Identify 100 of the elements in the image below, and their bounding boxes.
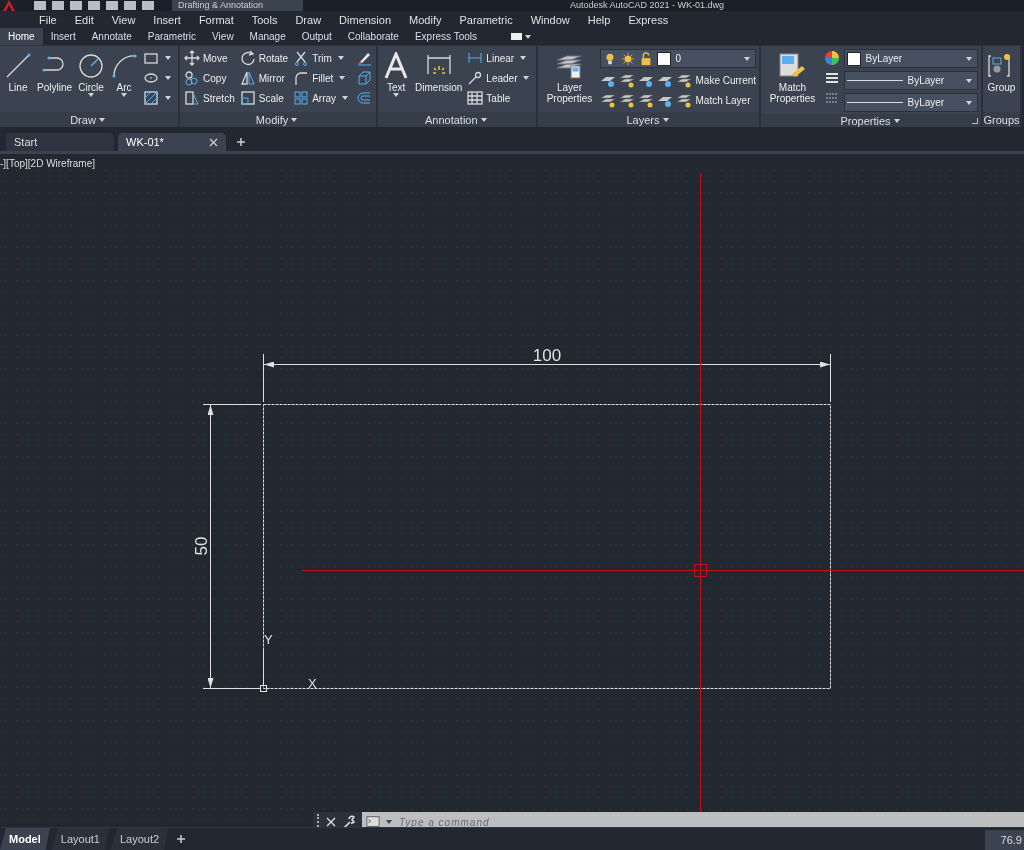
menu-item[interactable]: Help (578, 13, 620, 26)
line-dropdown[interactable]: ByLayer (844, 71, 979, 90)
caret-icon[interactable] (339, 76, 346, 80)
lineweight-icon[interactable] (824, 70, 841, 86)
ribbon-tab[interactable]: Manage (241, 28, 294, 45)
plus-icon[interactable] (234, 135, 248, 149)
menu-item[interactable]: View (102, 13, 145, 26)
ribbon-tool-button[interactable]: Move (183, 48, 236, 68)
ribbon-tool-button[interactable]: Fillet (292, 68, 353, 88)
ribbon-tool-button[interactable]: Circle (76, 48, 107, 97)
command-input-field[interactable]: Type a command (395, 812, 1024, 827)
menu-item[interactable]: Express (619, 13, 678, 26)
ribbon-tool-button[interactable]: Dimension (414, 48, 464, 93)
ribbon-tool-button[interactable]: Leader (466, 68, 534, 88)
file-tab[interactable]: WK-01* (118, 133, 226, 151)
menu-item[interactable]: Window (521, 13, 579, 26)
hatch-icon[interactable] (143, 90, 160, 106)
eraser-icon[interactable] (356, 50, 373, 66)
menu-item[interactable]: Parametric (450, 13, 522, 26)
ribbon-tab[interactable]: Express Tools (406, 28, 485, 45)
caret-icon[interactable] (342, 96, 349, 100)
close-icon[interactable] (326, 817, 336, 827)
ellipse-icon[interactable] (143, 70, 160, 86)
ribbon-tool-button[interactable]: Scale (238, 88, 290, 108)
ribbon-tab[interactable]: View (204, 28, 242, 45)
panel-title-bar[interactable]: Modify (180, 112, 377, 127)
panel-title-bar[interactable]: Groups (983, 112, 1020, 127)
menu-item[interactable]: Edit (65, 13, 103, 26)
dialog-launcher-icon[interactable] (972, 118, 979, 124)
workspace-dropdown[interactable]: Drafting & Annotation (172, 0, 304, 11)
mirror-icon (239, 70, 256, 86)
menu-item[interactable]: Insert (144, 13, 190, 26)
command-history-button[interactable] (362, 812, 395, 827)
ribbon-tool-button[interactable]: Text (381, 48, 412, 97)
menu-item[interactable]: Dimension (330, 13, 401, 26)
color-wheel-icon[interactable] (824, 50, 841, 66)
panel-title-bar[interactable]: Layers (538, 112, 760, 127)
ribbon-tool-button[interactable]: Match Layer (695, 94, 751, 106)
ribbon-tool-button[interactable]: Polyline (36, 48, 74, 93)
caret-icon[interactable] (520, 56, 527, 60)
caret-icon[interactable] (291, 117, 298, 122)
menu-item[interactable]: Format (189, 13, 243, 26)
ribbon-tool-button[interactable]: Copy (183, 68, 236, 88)
caret-icon[interactable] (393, 93, 400, 97)
ribbon-tool-button[interactable]: Table (466, 88, 534, 108)
menu-item[interactable]: Tools (242, 13, 287, 26)
rectangle-icon[interactable] (143, 50, 160, 66)
ribbon-tool-button[interactable]: Match Properties (764, 48, 821, 104)
color-dropdown[interactable]: ByLayer (844, 49, 979, 68)
file-tab[interactable]: Start (6, 133, 114, 151)
caret-icon[interactable] (662, 117, 669, 122)
caret-icon[interactable] (88, 93, 95, 97)
layout-tab[interactable]: Model (0, 828, 50, 850)
box-icon[interactable] (356, 70, 373, 86)
close-icon[interactable] (209, 137, 218, 147)
menu-item[interactable]: File (30, 13, 66, 26)
layer-stack-icon[interactable] (619, 92, 636, 108)
caret-icon[interactable] (165, 96, 172, 100)
layout-tab[interactable]: Layout1 (51, 828, 109, 850)
ribbon-tool-button[interactable]: Group (986, 48, 1017, 93)
caret-icon[interactable] (523, 76, 530, 80)
viewport-controls-label[interactable]: -][Top][2D Wireframe] (0, 158, 96, 169)
ribbon-tab[interactable]: Parametric (139, 28, 205, 45)
ribbon-tool-button[interactable]: Line (3, 48, 33, 93)
caret-icon[interactable] (480, 117, 487, 122)
ribbon-tab[interactable]: Collaborate (339, 28, 407, 45)
ribbon-tool-button[interactable]: Rotate (238, 48, 290, 68)
caret-icon[interactable] (165, 56, 172, 60)
offset-icon[interactable] (356, 90, 373, 106)
ribbon-tab[interactable]: Annotate (83, 28, 140, 45)
ribbon-tool-button[interactable]: Trim (292, 48, 353, 68)
caret-icon[interactable] (337, 56, 344, 60)
menu-item[interactable]: Modify (400, 13, 451, 26)
ribbon-tool-button[interactable]: Arc (109, 48, 140, 97)
panel-title-bar[interactable]: Annotation (378, 112, 537, 127)
layer-dropdown[interactable]: 0 (600, 49, 757, 68)
caret-icon[interactable] (893, 118, 900, 123)
ribbon-tool-button[interactable]: Linear (466, 48, 534, 68)
panel-title-bar[interactable]: Properties (761, 114, 982, 127)
wrench-icon[interactable] (342, 815, 356, 827)
menu-item[interactable]: Draw (286, 13, 331, 26)
ribbon-tool-button[interactable]: Make Current (695, 74, 757, 86)
panel-title-bar[interactable]: Draw (0, 112, 179, 127)
layer-stack-icon[interactable] (619, 72, 636, 88)
line-dropdown[interactable]: ByLayer (844, 93, 979, 112)
layer-stack-icon[interactable] (638, 92, 655, 108)
ribbon-tool-button[interactable]: Mirror (238, 68, 290, 88)
ribbon-tab[interactable]: Output (293, 28, 340, 45)
ribbon-tab[interactable]: Insert (42, 28, 84, 45)
layer-stack-icon[interactable] (676, 92, 693, 108)
caret-icon[interactable] (165, 76, 172, 80)
layer-stack-icon[interactable] (600, 92, 617, 108)
ribbon-tool-button[interactable]: Array (292, 88, 353, 108)
caret-icon[interactable] (98, 117, 105, 122)
ribbon-tool-button[interactable]: Layer Properties (541, 48, 598, 104)
layout-tab[interactable]: Layout2 (110, 828, 169, 850)
layer-stack-icon[interactable] (676, 72, 693, 88)
ribbon-tab[interactable]: Home (0, 28, 43, 45)
caret-icon[interactable] (121, 93, 128, 97)
ribbon-tool-button[interactable]: Stretch (183, 88, 236, 108)
